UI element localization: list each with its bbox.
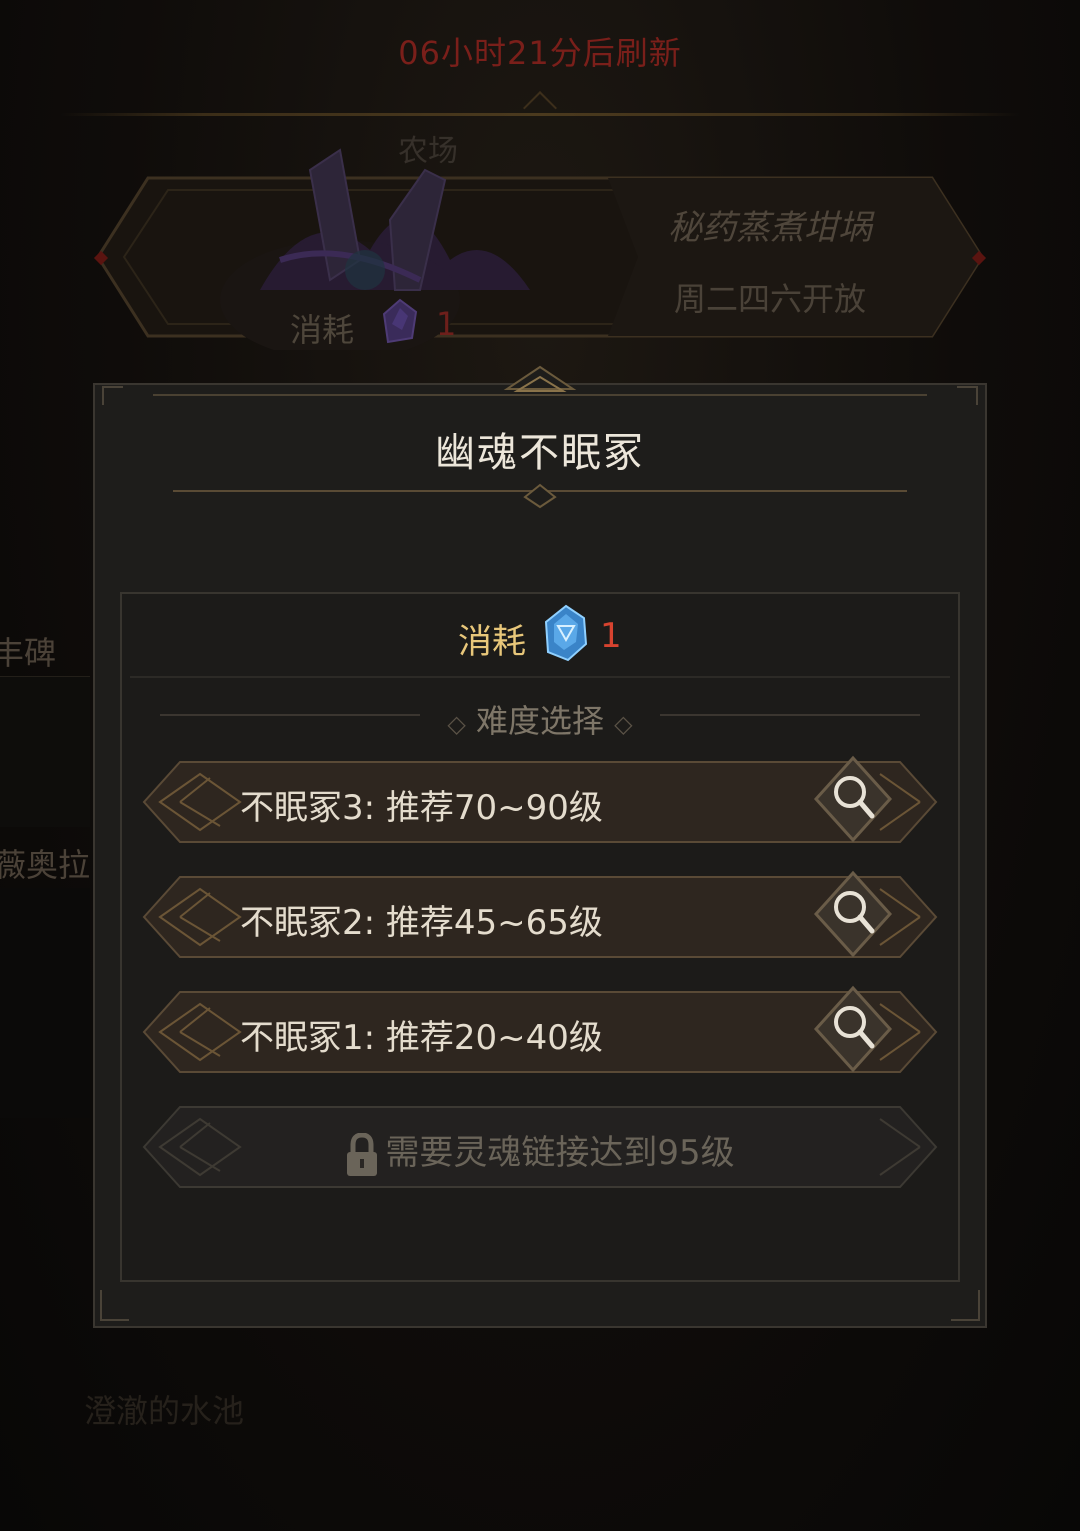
search-icon[interactable] bbox=[812, 984, 894, 1074]
difficulty-option-locked: 需要灵魂链接达到95级 bbox=[140, 1103, 940, 1191]
dialog-cost-value: 1 bbox=[600, 616, 622, 656]
event-cost-label: 消耗 bbox=[290, 311, 355, 349]
difficulty-header-text: 难度选择 bbox=[475, 702, 604, 740]
side-panel-strip-2 bbox=[0, 888, 90, 1118]
event-schedule: 周二四六开放 bbox=[673, 280, 866, 318]
search-icon[interactable] bbox=[812, 869, 894, 959]
refresh-timer: 06小时21分后刷新 bbox=[398, 34, 682, 72]
event-cost-value: 1 bbox=[436, 305, 457, 343]
dialog-cost-label: 消耗 bbox=[458, 622, 526, 662]
difficulty-header: ◇ 难度选择 ◇ bbox=[0, 696, 1080, 742]
locked-option-label: 需要灵魂链接达到95级 bbox=[385, 1133, 735, 1173]
option-label: 不眠冢2: 推荐45~65级 bbox=[240, 903, 603, 943]
locked-option-content: 需要灵魂链接达到95级 bbox=[140, 1125, 940, 1177]
diamond-left-icon: ◇ bbox=[447, 710, 466, 738]
difficulty-option-1[interactable]: 不眠冢1: 推荐20~40级 bbox=[140, 985, 940, 1076]
search-icon[interactable] bbox=[812, 754, 894, 844]
dialog-title: 幽魂不眠冢 bbox=[435, 430, 645, 476]
bottom-location-label: 澄澈的水池 bbox=[84, 1392, 245, 1430]
blue-crystal-icon bbox=[544, 604, 588, 662]
lock-icon bbox=[347, 1132, 378, 1176]
purple-gem-icon bbox=[382, 298, 418, 344]
side-label-left-2: 薇奥拉 bbox=[0, 846, 91, 884]
option-label: 不眠冢3: 推荐70~90级 bbox=[240, 788, 603, 828]
side-label-left-1: 丰碑 bbox=[0, 634, 57, 672]
cost-divider bbox=[130, 676, 950, 678]
dialog-bottom-ornament bbox=[100, 1290, 980, 1321]
difficulty-option-3[interactable]: 不眠冢3: 推荐70~90级 bbox=[140, 755, 940, 846]
option-label: 不眠冢1: 推荐20~40级 bbox=[240, 1018, 603, 1058]
diamond-right-icon: ◇ bbox=[614, 710, 633, 738]
difficulty-option-2[interactable]: 不眠冢2: 推荐45~65级 bbox=[140, 870, 940, 961]
event-title: 秘药蒸煮坩埚 bbox=[668, 208, 872, 248]
difficulty-divider-right bbox=[660, 714, 920, 716]
